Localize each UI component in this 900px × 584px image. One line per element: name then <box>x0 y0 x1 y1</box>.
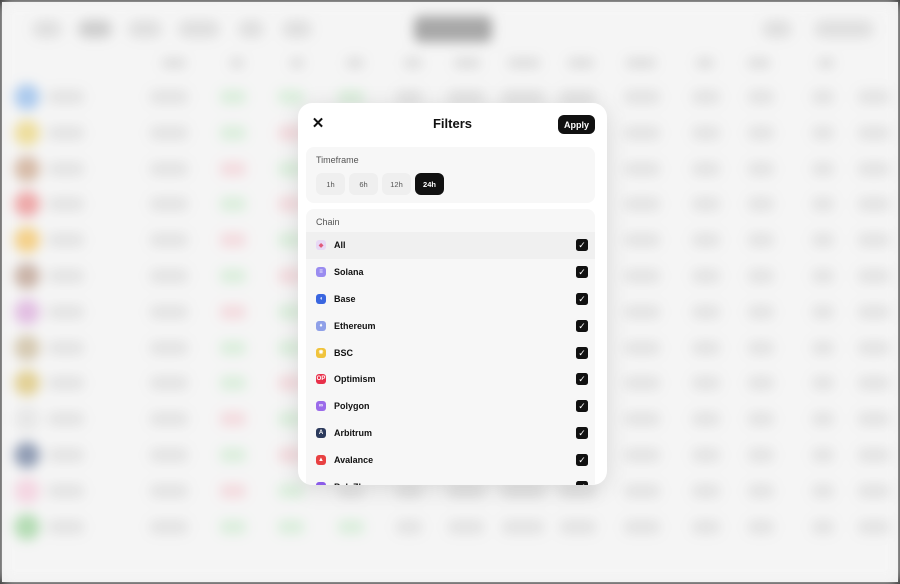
polygon-zkevm-icon: ● <box>316 481 326 485</box>
chain-item-label: Pol. Zkevm <box>334 482 382 485</box>
chain-item-label: Ethereum <box>334 320 376 331</box>
chain-item-label: Optimism <box>334 374 376 385</box>
timeframe-24h-button[interactable]: 24h <box>415 173 444 195</box>
bsc-icon: ✸ <box>316 347 326 358</box>
apply-button[interactable]: Apply <box>558 115 595 134</box>
chain-item-label: BSC <box>334 347 354 358</box>
chain-item-solana[interactable]: ≡ Solana ✓ <box>306 259 595 286</box>
timeframe-6h-button[interactable]: 6h <box>349 173 378 195</box>
checkbox-checked-icon[interactable]: ✓ <box>576 426 588 439</box>
chain-item-bsc[interactable]: ✸ BSC ✓ <box>306 339 595 366</box>
checkbox-checked-icon[interactable]: ✓ <box>576 453 588 466</box>
timeframe-12h-button[interactable]: 12h <box>382 173 411 195</box>
optimism-icon: OP <box>316 374 326 385</box>
checkbox-checked-icon[interactable]: ✓ <box>576 319 588 332</box>
chain-item-base[interactable]: ◖ Base ✓ <box>306 286 595 313</box>
chain-item-ethereum[interactable]: ♦ Ethereum ✓ <box>306 312 595 339</box>
solana-icon: ≡ <box>316 267 326 278</box>
checkbox-checked-icon[interactable]: ✓ <box>576 373 588 386</box>
polygon-icon: ∞ <box>316 401 326 412</box>
checkbox-checked-icon[interactable]: ✓ <box>576 400 588 413</box>
modal-header: ✕ Filters Apply <box>298 103 607 145</box>
chain-item-label: Avalance <box>334 454 374 465</box>
chain-item-label: Arbitrum <box>334 427 372 438</box>
checkbox-checked-icon[interactable]: ✓ <box>576 292 588 305</box>
checkbox-checked-icon[interactable]: ✓ <box>576 480 588 485</box>
chain-list: ◆ All ✓ ≡ Solana ✓ ◖ Base ✓ ♦ Ethereum ✓ ✸ BSC ✓ OP Opti… <box>306 232 595 485</box>
chain-item-polygon[interactable]: ∞ Polygon ✓ <box>306 393 595 420</box>
chain-item-label: All <box>334 240 346 251</box>
chain-item-optimism[interactable]: OP Optimism ✓ <box>306 366 595 393</box>
filters-modal: ✕ Filters Apply Timeframe 1h 6h 12h 24h … <box>298 103 607 485</box>
chain-item-avalance[interactable]: ▲ Avalance ✓ <box>306 446 595 473</box>
checkbox-checked-icon[interactable]: ✓ <box>576 266 588 279</box>
timeframe-label: Timeframe <box>316 155 359 165</box>
timeframe-1h-button[interactable]: 1h <box>316 173 345 195</box>
chain-item-all[interactable]: ◆ All ✓ <box>306 232 595 259</box>
ethereum-icon: ♦ <box>316 320 326 331</box>
checkbox-checked-icon[interactable]: ✓ <box>576 346 588 359</box>
all-chains-icon: ◆ <box>316 240 326 251</box>
chain-item-label: Polygon <box>334 401 370 412</box>
timeframe-options: 1h 6h 12h 24h <box>316 173 444 195</box>
avalanche-icon: ▲ <box>316 454 326 465</box>
arbitrum-icon: A <box>316 427 326 438</box>
checkbox-checked-icon[interactable]: ✓ <box>576 239 588 252</box>
chain-item-label: Solana <box>334 267 364 278</box>
chain-section: Chain ◆ All ✓ ≡ Solana ✓ ◖ Base ✓ ♦ Ethereum ✓ ✸ BSC ✓… <box>306 209 595 485</box>
chain-item-pol-zkevm[interactable]: ● Pol. Zkevm ✓ <box>306 473 595 485</box>
chain-item-arbitrum[interactable]: A Arbitrum ✓ <box>306 420 595 447</box>
chain-item-label: Base <box>334 293 356 304</box>
timeframe-section: Timeframe 1h 6h 12h 24h <box>306 147 595 203</box>
chain-label: Chain <box>316 217 340 227</box>
base-icon: ◖ <box>316 293 326 304</box>
